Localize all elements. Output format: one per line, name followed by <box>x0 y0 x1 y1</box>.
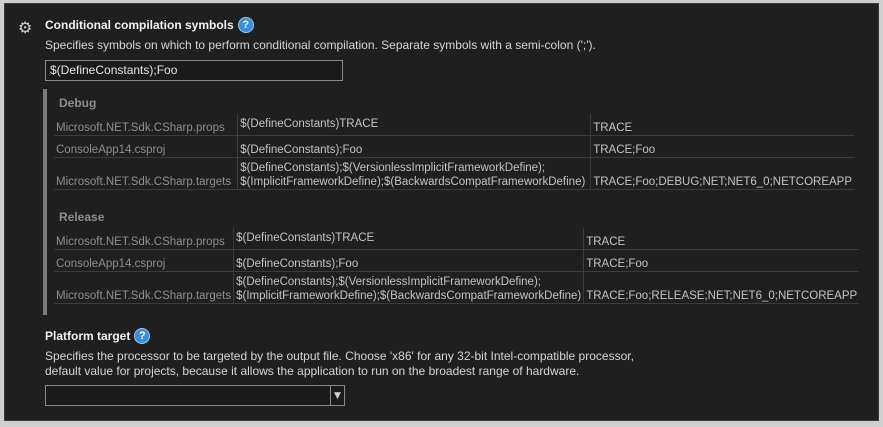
source-cell: ConsoleApp14.csproj <box>54 135 238 158</box>
table-row: ConsoleApp14.csproj $(DefineConstants);F… <box>54 249 860 272</box>
chevron-down-icon[interactable]: ▼ <box>330 386 344 405</box>
conditional-symbols-input[interactable]: $(DefineConstants);Foo <box>45 60 343 81</box>
platform-target-header: Platform target ? <box>45 328 151 344</box>
source-cell: ConsoleApp14.csproj <box>54 249 234 272</box>
source-cell: Microsoft.NET.Sdk.CSharp.props <box>54 114 238 136</box>
gear-icon: ⚙ <box>18 18 33 37</box>
conditional-symbols-title: Conditional compilation symbols <box>45 18 234 32</box>
value-line-2: $(ImplicitFrameworkDefine);$(BackwardsCo… <box>240 175 586 188</box>
result-cell: TRACE <box>583 228 860 250</box>
help-icon[interactable]: ? <box>237 17 254 33</box>
value-line-1: $(DefineConstants);$(VersionlessImplicit… <box>236 275 541 288</box>
value-line-1: $(DefineConstants);$(VersionlessImplicit… <box>240 161 546 174</box>
conditional-symbols-header: Conditional compilation symbols ? <box>45 17 254 33</box>
table-row: Microsoft.NET.Sdk.CSharp.targets $(Defin… <box>54 157 854 190</box>
result-cell: TRACE;Foo <box>590 135 854 158</box>
value-cell: $(DefineConstants);Foo <box>237 135 591 158</box>
config-label-debug: Debug <box>59 96 97 110</box>
platform-target-description: Specifies the processor to be targeted b… <box>45 349 634 379</box>
source-cell: Microsoft.NET.Sdk.CSharp.props <box>54 228 234 250</box>
selected-value <box>46 388 50 402</box>
table-row: Microsoft.NET.Sdk.CSharp.props $(DefineC… <box>54 228 860 250</box>
description-line: default value for projects, because it a… <box>45 364 580 378</box>
table-row: ConsoleApp14.csproj $(DefineConstants);F… <box>54 135 854 158</box>
properties-panel: ⚙ Conditional compilation symbols ? Spec… <box>4 3 879 421</box>
help-icon[interactable]: ? <box>134 328 151 344</box>
table-row: Microsoft.NET.Sdk.CSharp.props $(DefineC… <box>54 114 854 136</box>
value-cell: $(DefineConstants)TRACE <box>237 114 591 136</box>
platform-target-title: Platform target <box>45 329 131 343</box>
source-cell: Microsoft.NET.Sdk.CSharp.targets <box>54 271 234 304</box>
result-cell: TRACE;Foo;RELEASE;NET;NET6_0;NETCOREAPP <box>583 271 860 304</box>
platform-target-select[interactable]: ▼ <box>45 385 345 406</box>
value-cell: $(DefineConstants);$(VersionlessImplicit… <box>237 157 591 190</box>
description-line: Specifies the processor to be targeted b… <box>45 349 634 363</box>
conditional-symbols-description: Specifies symbols on which to perform co… <box>45 38 596 52</box>
config-label-release: Release <box>59 210 105 224</box>
result-cell: TRACE <box>590 114 854 136</box>
value-cell: $(DefineConstants);Foo <box>233 249 584 272</box>
value-cell: $(DefineConstants)TRACE <box>233 228 584 250</box>
result-cell: TRACE;Foo <box>583 249 860 272</box>
release-table: Microsoft.NET.Sdk.CSharp.props $(DefineC… <box>54 228 860 304</box>
value-cell: $(DefineConstants);$(VersionlessImplicit… <box>233 271 584 304</box>
debug-table: Microsoft.NET.Sdk.CSharp.props $(DefineC… <box>54 114 854 190</box>
source-cell: Microsoft.NET.Sdk.CSharp.targets <box>54 157 238 190</box>
value-line-2: $(ImplicitFrameworkDefine);$(BackwardsCo… <box>236 289 582 302</box>
define-constants-breakdown: Debug Microsoft.NET.Sdk.CSharp.props $(D… <box>43 89 860 315</box>
table-row: Microsoft.NET.Sdk.CSharp.targets $(Defin… <box>54 271 860 304</box>
result-cell: TRACE;Foo;DEBUG;NET;NET6_0;NETCOREAPP <box>590 157 854 190</box>
